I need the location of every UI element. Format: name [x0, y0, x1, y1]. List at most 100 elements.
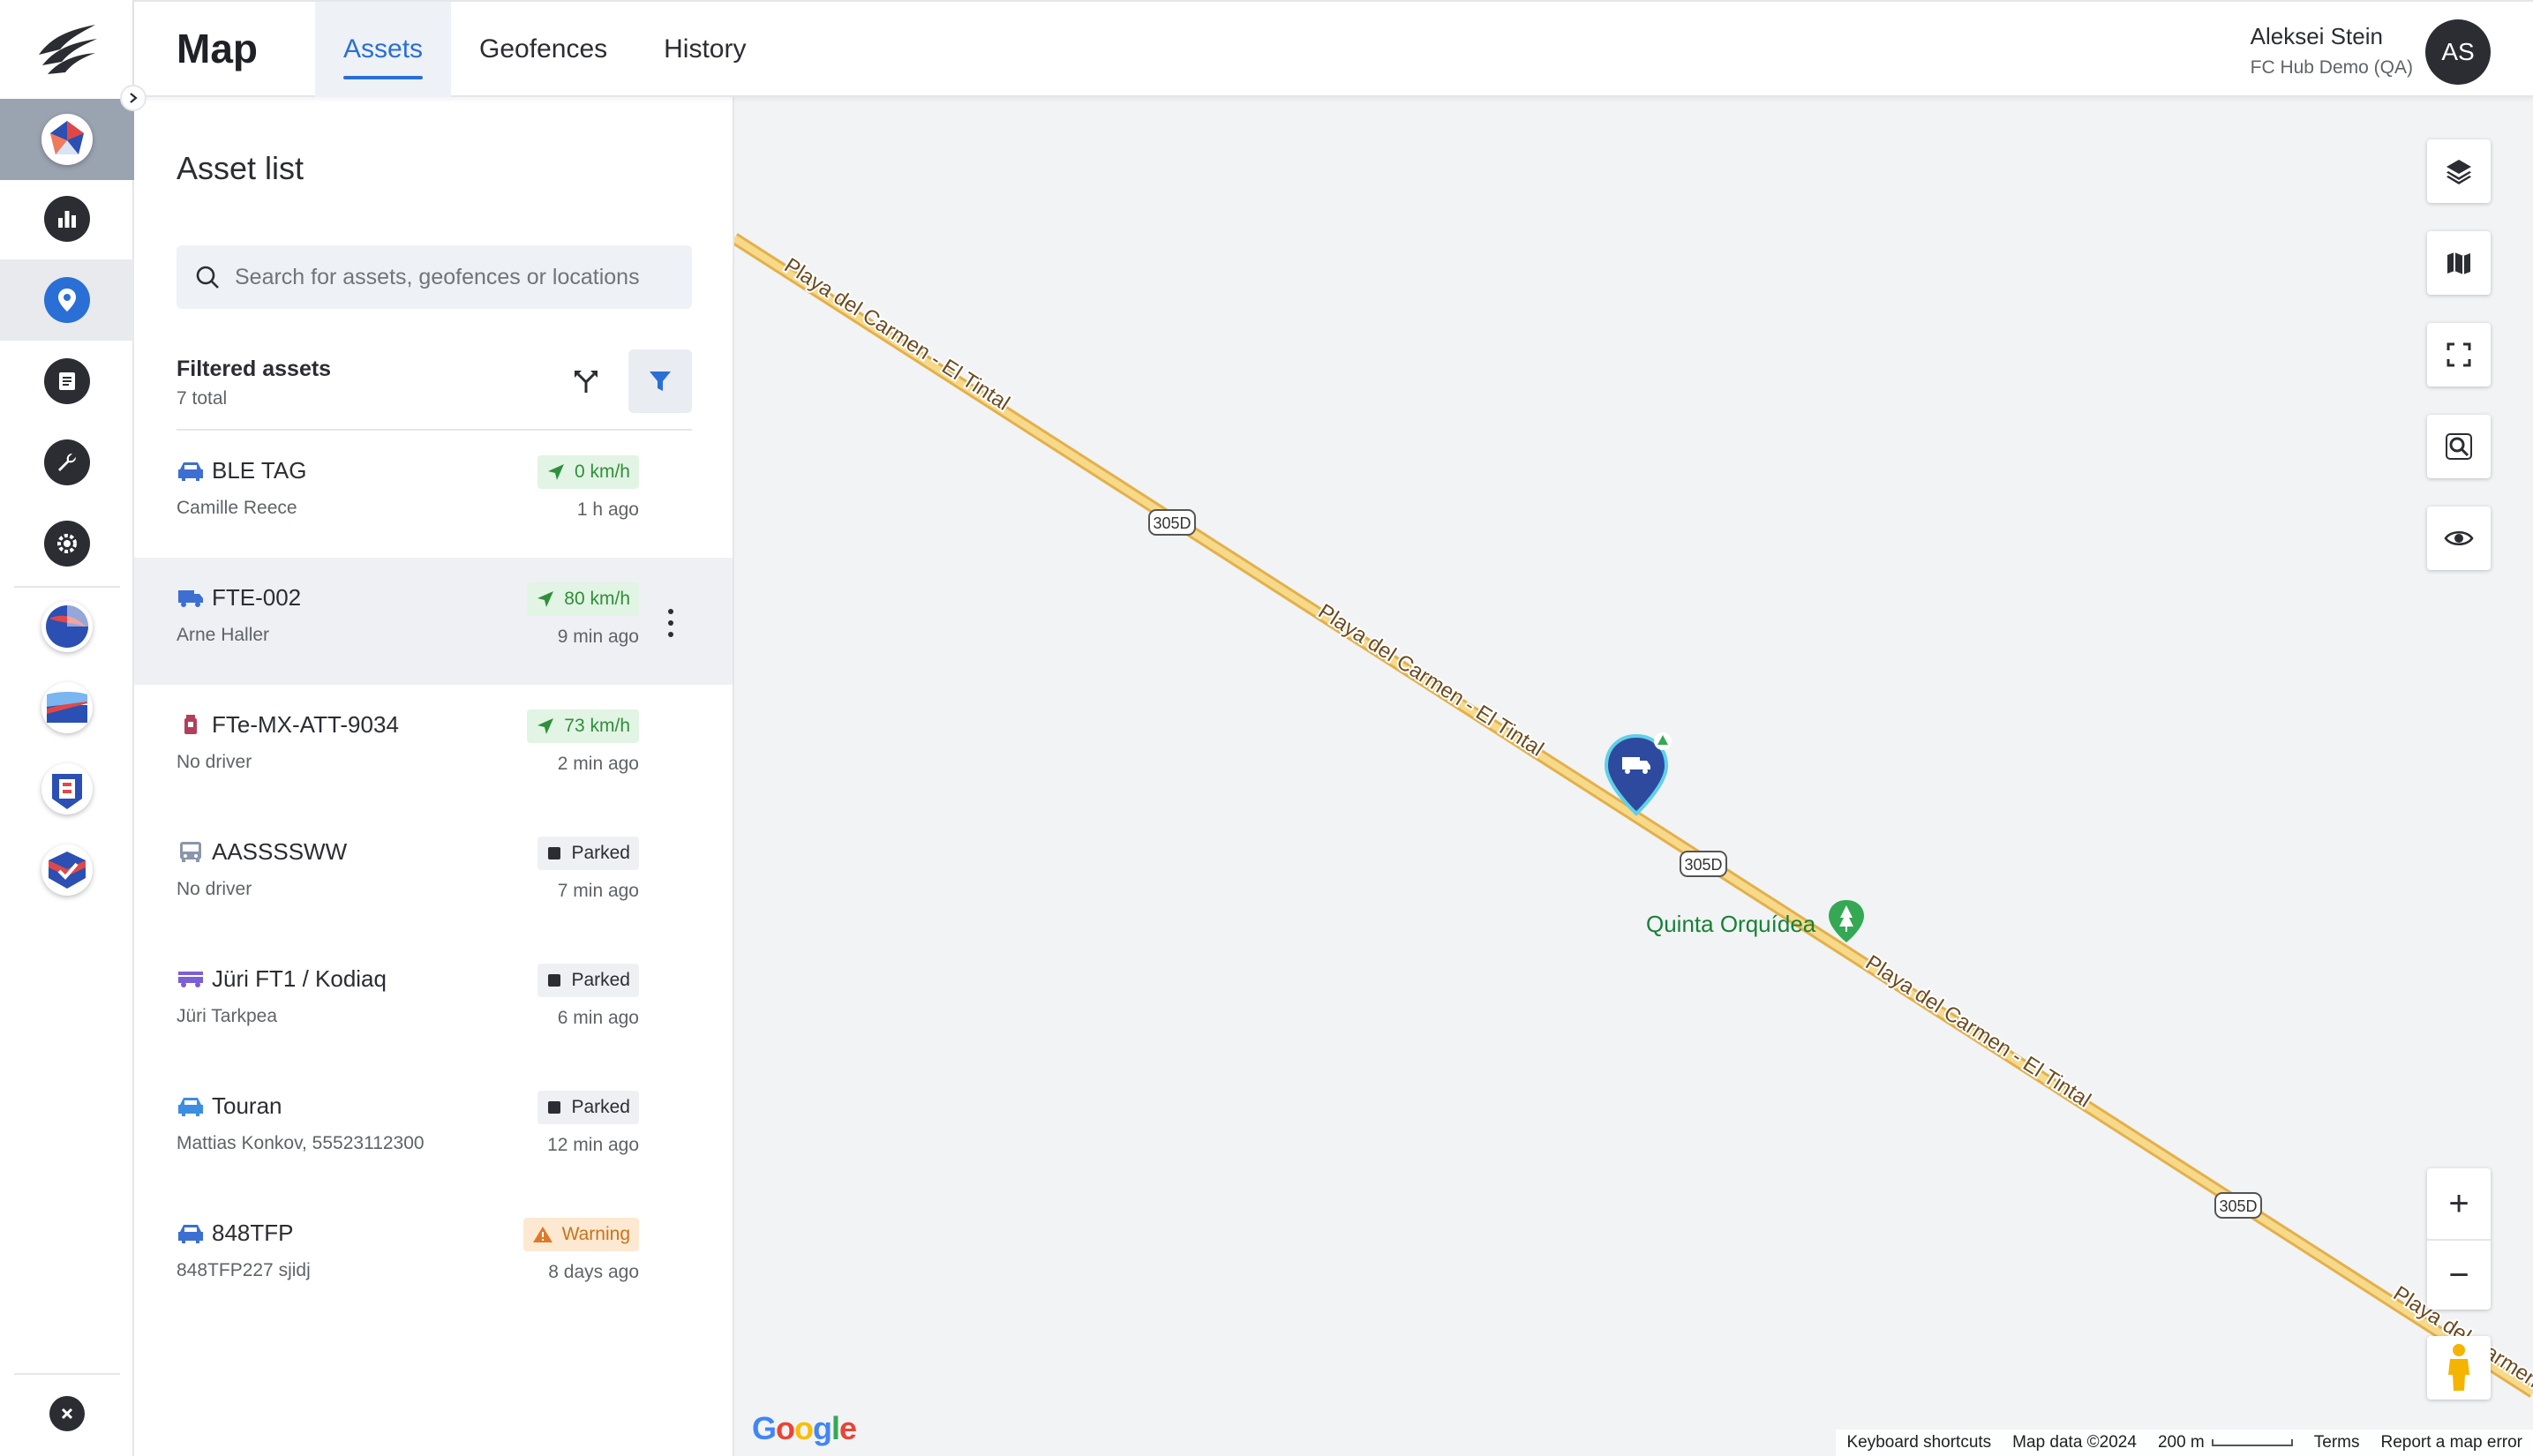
expand-rail-button[interactable] — [120, 85, 147, 111]
filter-button[interactable] — [628, 349, 692, 413]
status-badge: 80 km/h — [527, 582, 639, 616]
rail-item-app-1[interactable] — [0, 586, 134, 667]
user-info[interactable]: Aleksei Stein FC Hub Demo (QA) — [2251, 23, 2413, 79]
tab-assets[interactable]: Assets — [315, 2, 452, 97]
app-4-icon — [41, 844, 93, 896]
rail-item-tools[interactable] — [0, 422, 134, 503]
keyboard-shortcuts-link[interactable]: Keyboard shortcuts — [1846, 1433, 1991, 1452]
parked-square-icon — [548, 974, 561, 987]
asset-last-seen: 6 min ago — [557, 1008, 639, 1028]
list-item-asset[interactable]: Touran Mattias Konkov, 55523112300 Parke… — [134, 1066, 733, 1193]
search-input[interactable] — [235, 264, 676, 290]
zoom-to-fit-icon — [2446, 433, 2472, 460]
terms-link[interactable]: Terms — [2314, 1433, 2360, 1452]
navigation-arrow-icon — [537, 591, 554, 607]
tab-history[interactable]: History — [635, 2, 774, 97]
poi-label[interactable]: Quinta Orquídea — [1646, 911, 1815, 938]
zoom-out-button[interactable]: − — [2427, 1239, 2491, 1310]
fullscreen-button[interactable] — [2427, 323, 2491, 387]
list-item-asset[interactable]: FTe-MX-ATT-9034 No driver 73 km/h 2 min … — [134, 685, 733, 812]
map-footer: Keyboard shortcuts Map data ©2024 200 m … — [1836, 1430, 2533, 1456]
map-type-button[interactable] — [2427, 231, 2491, 295]
street-view-button[interactable] — [2427, 1336, 2491, 1400]
rail-item-settings[interactable] — [0, 503, 134, 584]
svg-text:Playa del Carmen - El Tintal: Playa del Carmen - El Tintal — [780, 253, 1014, 415]
search-box[interactable] — [177, 245, 692, 309]
route-split-icon — [575, 371, 598, 393]
rail-item-map[interactable] — [0, 259, 134, 341]
zoom-control: + − — [2427, 1168, 2491, 1310]
asset-marker-truck-icon[interactable] — [1597, 731, 1679, 828]
more-options-icon[interactable] — [662, 605, 680, 641]
asset-name: BLE TAG — [212, 457, 307, 484]
filtered-assets-title: Filtered assets — [177, 356, 332, 381]
rail-item-close[interactable] — [0, 1373, 134, 1454]
visibility-icon — [2444, 530, 2474, 546]
rail-item-app-4[interactable] — [0, 829, 134, 911]
asset-name: AASSSSWW — [212, 838, 348, 865]
asset-last-seen: 12 min ago — [547, 1135, 639, 1155]
route-button[interactable] — [554, 349, 618, 413]
asset-name: FTe-MX-ATT-9034 — [212, 711, 399, 738]
avatar[interactable]: AS — [2425, 19, 2491, 85]
svg-text:305D: 305D — [1684, 856, 1722, 874]
rail-item-app-3[interactable] — [0, 748, 134, 829]
warning-icon — [532, 1227, 552, 1242]
layers-icon — [2447, 160, 2471, 184]
visibility-button[interactable] — [2427, 507, 2491, 570]
chevron-right-icon — [130, 93, 138, 103]
zoom-in-button[interactable]: + — [2427, 1168, 2491, 1239]
rail-item-fleet-app[interactable] — [0, 99, 134, 180]
page-title: Map — [177, 26, 258, 71]
rail-item-dashboard[interactable] — [0, 178, 134, 259]
user-name: Aleksei Stein — [2250, 23, 2383, 49]
status-label: Parked — [571, 1097, 630, 1117]
asset-name: FTE-002 — [212, 584, 302, 611]
asset-last-seen: 8 days ago — [548, 1262, 639, 1282]
car-icon — [178, 1098, 203, 1116]
list-item-asset[interactable]: FTE-002 Arne Haller 80 km/h 9 min ago — [134, 558, 733, 685]
scale-bar[interactable]: 200 m — [2158, 1433, 2293, 1452]
report-error-link[interactable]: Report a map error — [2380, 1433, 2522, 1452]
rail-item-reports[interactable] — [0, 341, 134, 422]
status-label: Parked — [571, 843, 630, 863]
map-layers-button[interactable] — [2427, 139, 2491, 203]
zoom-to-fit-button[interactable] — [2427, 415, 2491, 478]
search-icon — [196, 266, 219, 289]
pegman-icon — [2448, 1344, 2469, 1391]
asset-last-seen: 2 min ago — [557, 754, 639, 774]
asset-driver: No driver — [177, 879, 252, 899]
road-label: Playa del Carmen - El Tintal — [778, 251, 1016, 417]
tab-geofences[interactable]: Geofences — [451, 2, 635, 97]
app-rail — [0, 0, 147, 1456]
plus-icon: + — [2448, 1183, 2469, 1223]
highway-shield: 305D — [1148, 509, 1196, 536]
status-label: Warning — [561, 1224, 630, 1244]
svg-text:305D: 305D — [2219, 1197, 2257, 1215]
rail-item-app-2[interactable] — [0, 667, 134, 748]
list-item-asset[interactable]: Jüri FT1 / Kodiaq Jüri Tarkpea Parked 6 … — [134, 939, 733, 1066]
asset-panel: Asset list Filtered assets 7 total BLE T… — [134, 97, 734, 1456]
map-canvas[interactable]: Playa del Carmen - El Tintal Playa del C… — [734, 97, 2533, 1456]
list-item-asset[interactable]: BLE TAG Camille Reece 0 km/h 1 h ago — [134, 431, 733, 558]
list-item-asset[interactable]: AASSSSWW No driver Parked 7 min ago — [134, 812, 733, 939]
parked-square-icon — [548, 847, 561, 859]
bus-icon — [180, 842, 201, 862]
highway-shield: 305D — [2214, 1192, 2262, 1219]
navigation-arrow-icon — [537, 718, 554, 734]
map-data-attribution: Map data ©2024 — [2012, 1433, 2137, 1452]
status-badge: 0 km/h — [537, 455, 639, 489]
asset-last-seen: 7 min ago — [557, 881, 639, 901]
asset-driver: Arne Haller — [177, 625, 270, 645]
status-badge: Warning — [522, 1218, 639, 1251]
navigation-arrow-icon — [547, 464, 564, 480]
list-item-asset[interactable]: 848TFP 848TFP227 sjidj Warning 8 days ag… — [134, 1193, 733, 1320]
park-pin-icon[interactable] — [1829, 900, 1864, 942]
van-icon — [178, 972, 203, 987]
svg-text:305D: 305D — [1153, 514, 1191, 532]
reports-icon — [44, 358, 90, 404]
car-icon — [178, 462, 203, 481]
svg-text:Playa del Carmen - El Tintal: Playa del Carmen - El Tintal — [1314, 599, 1548, 761]
tracker-icon — [184, 715, 197, 734]
top-header: Map Assets Geofences History Aleksei Ste… — [134, 0, 2533, 97]
